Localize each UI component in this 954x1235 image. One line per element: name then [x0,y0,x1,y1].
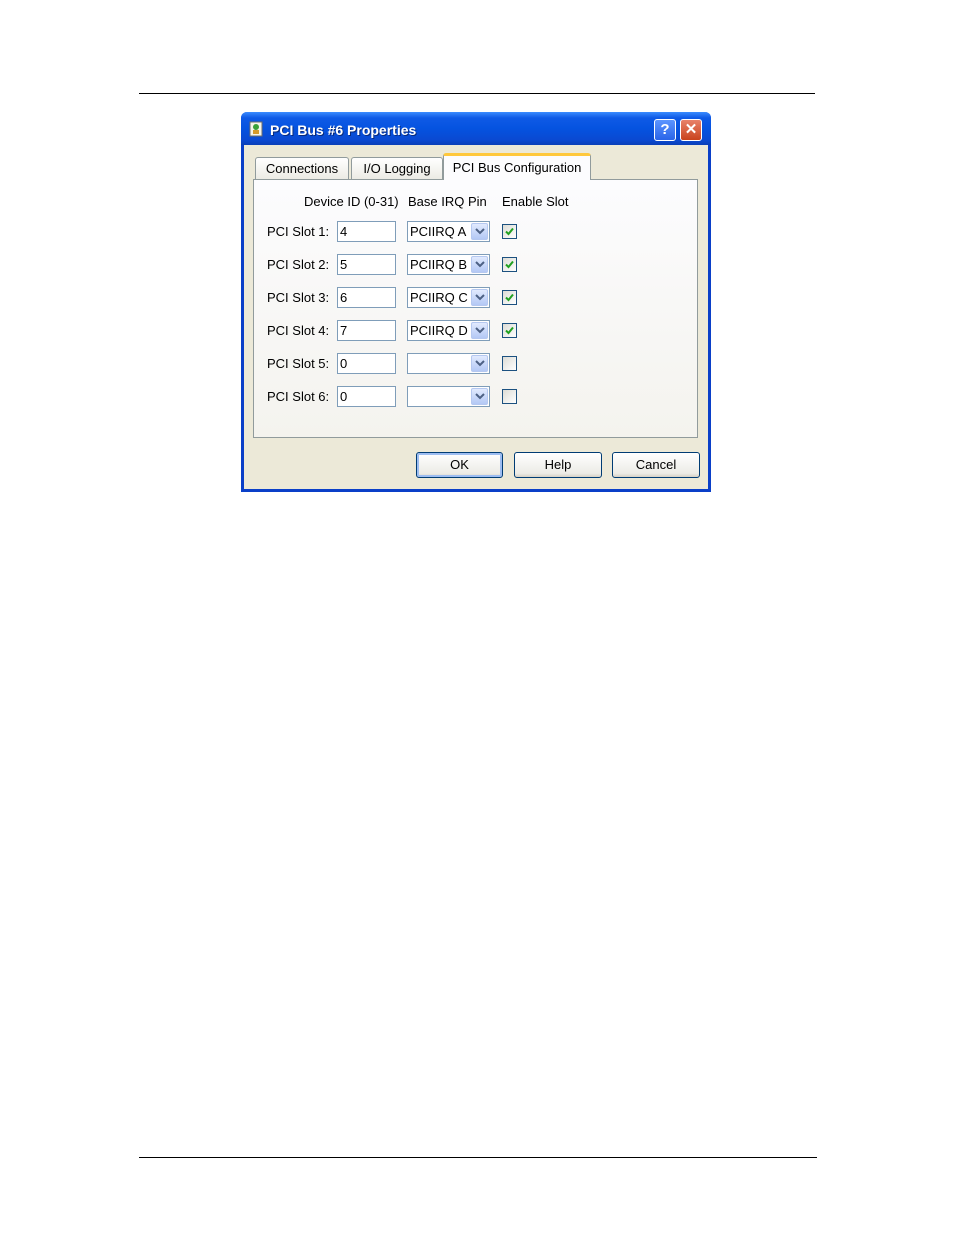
chevron-down-icon[interactable] [471,322,488,339]
slot-5-device-id-input[interactable]: 0 [337,353,396,374]
slot-3-enable-checkbox[interactable] [502,290,517,305]
slot-5-enable-checkbox[interactable] [502,356,517,371]
slot-2-irq-select[interactable]: PCIIRQ B [407,254,490,275]
base-irq-header: Base IRQ Pin [408,194,487,209]
slot-4-label: PCI Slot 4: [267,323,330,338]
chevron-down-icon[interactable] [471,256,488,273]
properties-dialog: PCI Bus #6 Properties ? ✕ Connections I/… [241,112,711,492]
slot-6-label: PCI Slot 6: [267,389,330,404]
close-icon[interactable]: ✕ [680,119,702,141]
slot-1-label: PCI Slot 1: [267,224,330,239]
slot-4-irq-value: PCIIRQ D [410,323,468,338]
slot-4-enable-checkbox[interactable] [502,323,517,338]
tab-panel: Device ID (0-31) Base IRQ Pin Enable Slo… [253,179,698,438]
slot-3-irq-select[interactable]: PCIIRQ C [407,287,490,308]
slot-1-enable-checkbox[interactable] [502,224,517,239]
page-header-rule [139,93,815,94]
chevron-down-icon[interactable] [471,289,488,306]
page-footer-rule [139,1157,817,1158]
slot-1-irq-value: PCIIRQ A [410,224,467,239]
cancel-button[interactable]: Cancel [612,452,700,478]
slot-6-enable-checkbox[interactable] [502,389,517,404]
slot-6-device-id-input[interactable]: 0 [337,386,396,407]
slot-1-device-id-input[interactable]: 4 [337,221,396,242]
slot-3-device-id-input[interactable]: 6 [337,287,396,308]
tab-connections[interactable]: Connections [255,157,349,179]
tab-pci-bus-configuration[interactable]: PCI Bus Configuration [443,153,591,180]
tab-io-logging[interactable]: I/O Logging [351,157,443,179]
slot-4-device-id-input[interactable]: 7 [337,320,396,341]
slot-1-irq-select[interactable]: PCIIRQ A [407,221,490,242]
device-id-header: Device ID (0-31) [304,194,399,209]
slot-2-enable-checkbox[interactable] [502,257,517,272]
slot-3-label: PCI Slot 3: [267,290,330,305]
title-bar[interactable]: PCI Bus #6 Properties ? ✕ [241,112,711,145]
app-icon [249,121,264,137]
slot-2-label: PCI Slot 2: [267,257,330,272]
slot-6-irq-select[interactable] [407,386,490,407]
chevron-down-icon[interactable] [471,355,488,372]
help-button[interactable]: Help [514,452,602,478]
chevron-down-icon[interactable] [471,388,488,405]
slot-2-device-id-input[interactable]: 5 [337,254,396,275]
slot-5-irq-select[interactable] [407,353,490,374]
slot-4-irq-select[interactable]: PCIIRQ D [407,320,490,341]
help-icon[interactable]: ? [654,119,676,141]
slot-2-irq-value: PCIIRQ B [410,257,468,272]
ok-button[interactable]: OK [416,452,503,478]
slot-3-irq-value: PCIIRQ C [410,290,468,305]
enable-slot-header: Enable Slot [502,194,569,209]
slot-5-label: PCI Slot 5: [267,356,330,371]
chevron-down-icon[interactable] [471,223,488,240]
window-title: PCI Bus #6 Properties [270,122,417,138]
